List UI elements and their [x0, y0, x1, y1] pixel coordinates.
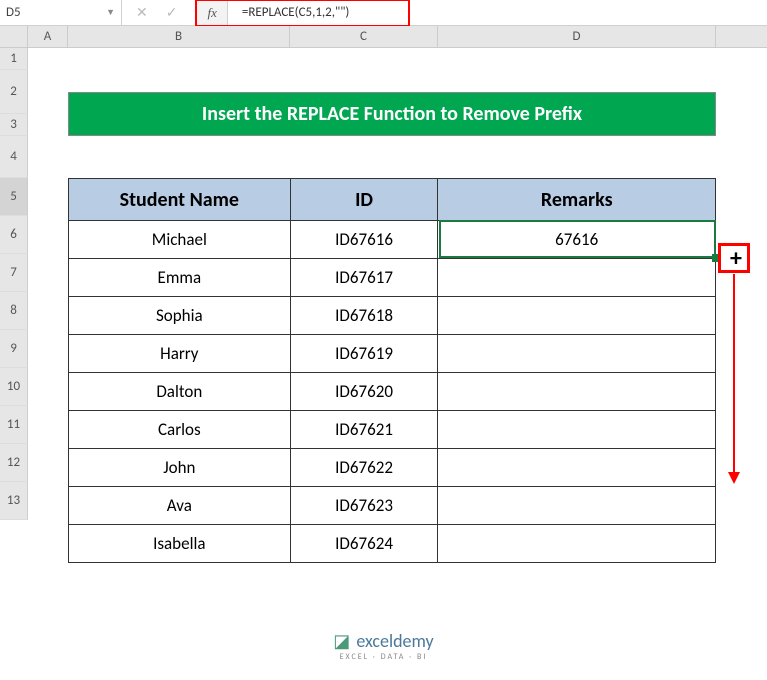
row-header-10[interactable]: 10	[0, 368, 28, 406]
cell-remark[interactable]	[438, 487, 716, 525]
cancel-icon[interactable]: ✕	[136, 4, 148, 21]
table-header-row: Student Name ID Remarks	[69, 179, 716, 221]
row-header-2[interactable]: 2	[0, 70, 28, 114]
cell-name[interactable]: Ava	[69, 487, 291, 525]
cell-id[interactable]: ID67616	[290, 221, 438, 259]
name-box-value: D5	[6, 5, 21, 20]
row-header-5[interactable]: 5	[0, 178, 28, 216]
th-name[interactable]: Student Name	[69, 179, 291, 221]
col-header-D[interactable]: D	[438, 26, 716, 47]
cell-remark[interactable]	[438, 525, 716, 563]
cell-name[interactable]: Emma	[69, 259, 291, 297]
cell-name[interactable]: Sophia	[69, 297, 291, 335]
row-header-7[interactable]: 7	[0, 254, 28, 292]
cell-name[interactable]: Harry	[69, 335, 291, 373]
dropdown-icon[interactable]: ▼	[106, 7, 115, 18]
cell-id[interactable]: ID67618	[290, 297, 438, 335]
cell-name[interactable]: Dalton	[69, 373, 291, 411]
th-remarks[interactable]: Remarks	[438, 179, 716, 221]
logo-subtext: EXCEL · DATA · BI	[0, 652, 767, 662]
cell-name[interactable]: Carlos	[69, 411, 291, 449]
exceldemy-logo: ◪ exceldemy EXCEL · DATA · BI	[0, 630, 767, 662]
th-id[interactable]: ID	[290, 179, 438, 221]
row-header-11[interactable]: 11	[0, 406, 28, 444]
col-header-C[interactable]: C	[290, 26, 438, 47]
cell-id[interactable]: ID67623	[290, 487, 438, 525]
table-row: IsabellaID67624	[69, 525, 716, 563]
table-row: HarryID67619	[69, 335, 716, 373]
table-body: MichaelID6761667616EmmaID67617SophiaID67…	[69, 221, 716, 563]
cell-id[interactable]: ID67624	[290, 525, 438, 563]
spreadsheet: A B C D 12345678910111213 Insert the REP…	[0, 26, 767, 48]
row-header-9[interactable]: 9	[0, 330, 28, 368]
column-headers: A B C D	[0, 26, 767, 48]
table-row: MichaelID6761667616	[69, 221, 716, 259]
title-banner: Insert the REPLACE Function to Remove Pr…	[68, 92, 716, 136]
cell-name[interactable]: Isabella	[69, 525, 291, 563]
row-header-4[interactable]: 4	[0, 136, 28, 178]
data-table: Student Name ID Remarks MichaelID6761667…	[68, 178, 716, 563]
select-all-corner[interactable]	[0, 26, 28, 47]
cell-id[interactable]: ID67620	[290, 373, 438, 411]
name-box[interactable]: D5 ▼	[0, 0, 122, 26]
confirm-icon[interactable]: ✓	[166, 4, 178, 21]
cell-remark[interactable]: 67616	[438, 221, 716, 259]
cell-remark[interactable]	[438, 297, 716, 335]
drag-arrow-head-icon	[728, 472, 740, 484]
fx-label[interactable]: fx	[197, 1, 227, 25]
table-row: CarlosID67621	[69, 411, 716, 449]
cell-name[interactable]: Michael	[69, 221, 291, 259]
cell-remark[interactable]	[438, 449, 716, 487]
row-headers: 12345678910111213	[0, 48, 28, 520]
table-row: SophiaID67618	[69, 297, 716, 335]
row-header-1[interactable]: 1	[0, 48, 28, 70]
fx-highlight-box: fx =REPLACE(C5,1,2,"")	[195, 0, 409, 27]
cell-remark[interactable]	[438, 411, 716, 449]
cell-id[interactable]: ID67622	[290, 449, 438, 487]
table-row: AvaID67623	[69, 487, 716, 525]
cell-name[interactable]: John	[69, 449, 291, 487]
table-row: JohnID67622	[69, 449, 716, 487]
logo-text: exceldemy	[356, 630, 433, 652]
row-header-8[interactable]: 8	[0, 292, 28, 330]
formula-bar-icons: ✕ ✓	[122, 4, 191, 21]
cell-id[interactable]: ID67619	[290, 335, 438, 373]
cell-remark[interactable]	[438, 259, 716, 297]
formula-bar: D5 ▼ ✕ ✓ fx =REPLACE(C5,1,2,"")	[0, 0, 767, 26]
cube-icon: ◪	[333, 630, 350, 652]
table-row: EmmaID67617	[69, 259, 716, 297]
cell-id[interactable]: ID67621	[290, 411, 438, 449]
row-header-3[interactable]: 3	[0, 114, 28, 136]
drag-arrow-line	[733, 274, 735, 474]
cell-remark[interactable]	[438, 373, 716, 411]
col-header-B[interactable]: B	[68, 26, 290, 47]
cell-remark[interactable]	[438, 335, 716, 373]
row-header-6[interactable]: 6	[0, 216, 28, 254]
row-header-13[interactable]: 13	[0, 482, 28, 520]
cell-id[interactable]: ID67617	[290, 259, 438, 297]
formula-input[interactable]: =REPLACE(C5,1,2,"")	[228, 5, 408, 20]
plus-cursor-icon: +	[730, 247, 742, 271]
table-row: DaltonID67620	[69, 373, 716, 411]
col-header-A[interactable]: A	[28, 26, 68, 47]
row-header-12[interactable]: 12	[0, 444, 28, 482]
